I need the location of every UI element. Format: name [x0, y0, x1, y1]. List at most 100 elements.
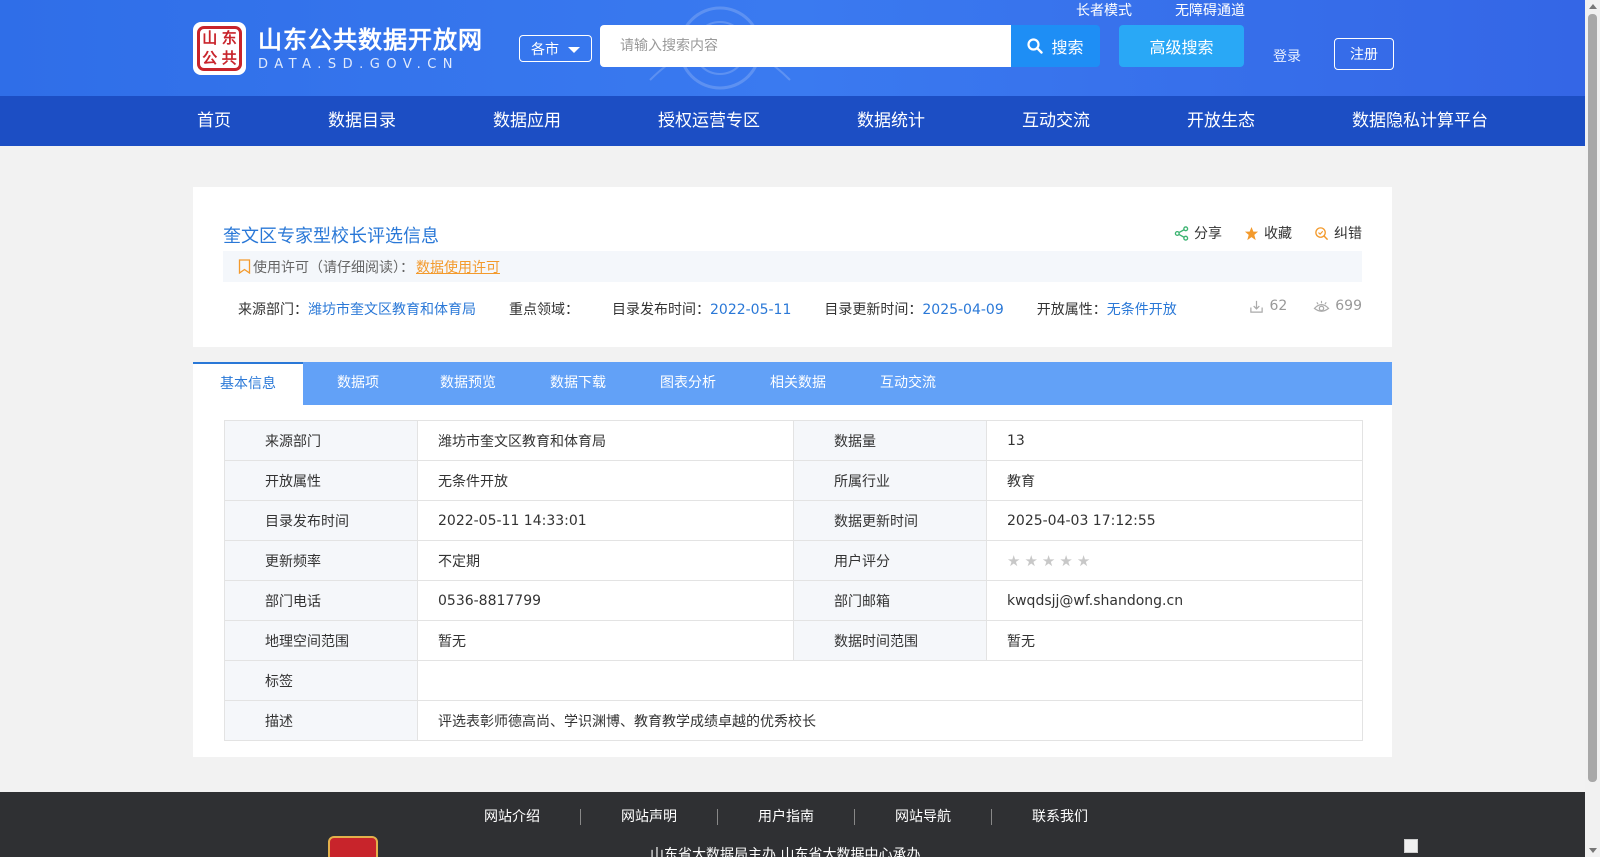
share-button[interactable]: 分享 — [1174, 223, 1222, 243]
site-header: 山 东 公 共 山东公共数据开放网 DATA.SD.GOV.CN 各市 搜索 高… — [0, 0, 1585, 96]
cell-value: 教育 — [986, 460, 1363, 501]
nav-item-interaction[interactable]: 互动交流 — [1022, 96, 1090, 146]
cell-label: 数据时间范围 — [793, 620, 987, 661]
search-icon — [1027, 38, 1044, 54]
broken-image-icon — [1404, 839, 1418, 853]
cell-value: 暂无 — [986, 620, 1363, 661]
search-input[interactable] — [600, 25, 1011, 67]
scrollbar-thumb[interactable] — [1588, 14, 1597, 782]
basic-info-table: 来源部门 潍坊市奎文区教育和体育局 数据量 13 开放属性 无条件开放 所属行业… — [224, 420, 1363, 741]
accessibility-link[interactable]: 无障碍通道 — [1175, 0, 1245, 20]
table-row: 地理空间范围 暂无 数据时间范围 暂无 — [224, 620, 1363, 661]
footer-link-statement[interactable]: 网站声明 — [581, 809, 718, 825]
search-button[interactable]: 搜索 — [1011, 25, 1100, 67]
table-row: 更新频率 不定期 用户评分 ★ ★ ★ ★ ★ — [224, 540, 1363, 581]
footer-link-guide[interactable]: 用户指南 — [718, 809, 855, 825]
cell-label: 标签 — [224, 660, 418, 701]
nav-item-catalog[interactable]: 数据目录 — [328, 96, 396, 146]
table-row: 标签 — [224, 660, 1363, 701]
tab-data-download[interactable]: 数据下载 — [523, 362, 633, 405]
tab-basic-info[interactable]: 基本信息 — [193, 362, 303, 405]
search-button-label: 搜索 — [1051, 38, 1084, 57]
cell-value: 2022-05-11 14:33:01 — [417, 500, 794, 541]
cell-label: 更新频率 — [224, 540, 418, 581]
cell-label: 用户评分 — [793, 540, 987, 581]
register-button[interactable]: 注册 — [1334, 38, 1394, 70]
meta-open: 开放属性：无条件开放 — [1037, 299, 1177, 319]
footer-link-sitemap[interactable]: 网站导航 — [855, 809, 992, 825]
dataset-title: 奎文区专家型校长评选信息 — [223, 226, 439, 247]
tab-chart-analysis[interactable]: 图表分析 — [633, 362, 743, 405]
star-icon[interactable]: ★ — [1059, 552, 1072, 570]
search-box — [600, 25, 1011, 67]
nav-item-apps[interactable]: 数据应用 — [493, 96, 561, 146]
footer-emblem-icon — [328, 836, 378, 857]
nav-item-home[interactable]: 首页 — [197, 96, 231, 146]
star-icon[interactable]: ★ — [1042, 552, 1055, 570]
tab-data-items[interactable]: 数据项 — [303, 362, 413, 405]
star-icon[interactable]: ★ — [1077, 552, 1090, 570]
magnifier-correct-icon — [1315, 226, 1329, 240]
star-icon[interactable]: ★ — [1024, 552, 1037, 570]
view-count: 699 — [1313, 298, 1362, 314]
eye-icon — [1313, 300, 1330, 312]
cell-label: 目录发布时间 — [224, 500, 418, 541]
share-label: 分享 — [1194, 226, 1222, 242]
license-label: 使用许可（请仔细阅读）： — [253, 259, 414, 276]
page-scrollbar[interactable] — [1585, 0, 1600, 857]
nav-item-authorized-ops[interactable]: 授权运营专区 — [658, 96, 760, 146]
advanced-search-button[interactable]: 高级搜索 — [1119, 25, 1244, 67]
site-footer: 网站介绍 网站声明 用户指南 网站导航 联系我们 山东省大数据局主办 山东省大数… — [0, 792, 1585, 857]
footer-link-contact[interactable]: 联系我们 — [992, 809, 1128, 825]
dataset-meta: 来源部门：潍坊市奎文区教育和体育局 重点领域： 目录发布时间：2022-05-1… — [238, 299, 1210, 319]
meta-publish: 目录发布时间：2022-05-11 — [612, 299, 791, 319]
logo-seal-icon: 山 东 公 共 — [193, 22, 246, 75]
scroll-down-arrow-icon[interactable] — [1589, 848, 1597, 853]
city-select-label: 各市 — [531, 41, 559, 58]
login-link[interactable]: 登录 — [1273, 46, 1301, 66]
elder-mode-link[interactable]: 长者模式 — [1076, 0, 1132, 20]
share-icon — [1174, 225, 1189, 241]
meta-publish-value: 2022-05-11 — [710, 302, 792, 318]
meta-publish-label: 目录发布时间： — [612, 302, 710, 318]
rating-stars[interactable]: ★ ★ ★ ★ ★ — [1007, 552, 1342, 570]
tab-data-preview[interactable]: 数据预览 — [413, 362, 523, 405]
cell-value: 0536-8817799 — [417, 580, 794, 621]
meta-source: 来源部门：潍坊市奎文区教育和体育局 — [238, 299, 476, 319]
meta-open-label: 开放属性： — [1036, 302, 1107, 318]
cell-label: 所属行业 — [793, 460, 987, 501]
detail-tabs: 基本信息 数据项 数据预览 数据下载 图表分析 相关数据 互动交流 — [193, 362, 1392, 405]
download-icon — [1250, 300, 1264, 313]
license-link[interactable]: 数据使用许可 — [416, 257, 500, 277]
dataset-actions: 分享 收藏 纠错 — [1174, 223, 1362, 243]
nav-item-ecosystem[interactable]: 开放生态 — [1187, 96, 1255, 146]
logo-subtitle: DATA.SD.GOV.CN — [258, 56, 460, 72]
meta-update-value: 2025-04-09 — [922, 302, 1004, 318]
scroll-up-arrow-icon[interactable] — [1589, 4, 1597, 9]
meta-update-label: 目录更新时间： — [824, 302, 923, 318]
seal-char: 山 — [202, 29, 218, 48]
meta-update: 目录更新时间：2025-04-09 — [824, 299, 1003, 319]
footer-link-about[interactable]: 网站介绍 — [484, 809, 581, 825]
city-select[interactable]: 各市 — [519, 35, 592, 62]
nav-item-statistics[interactable]: 数据统计 — [857, 96, 925, 146]
meta-source-value[interactable]: 潍坊市奎文区教育和体育局 — [308, 302, 476, 318]
logo-title: 山东公共数据开放网 — [258, 25, 483, 54]
table-row: 目录发布时间 2022-05-11 14:33:01 数据更新时间 2025-0… — [224, 500, 1363, 541]
cell-value: 不定期 — [417, 540, 794, 581]
tab-interaction[interactable]: 互动交流 — [853, 362, 963, 405]
meta-open-value: 无条件开放 — [1106, 302, 1177, 318]
star-icon[interactable]: ★ — [1007, 552, 1020, 570]
nav-item-privacy-computing[interactable]: 数据隐私计算平台 — [1352, 96, 1488, 146]
cell-label: 数据量 — [793, 420, 987, 461]
tab-related-data[interactable]: 相关数据 — [743, 362, 853, 405]
dataset-stats: 62 699 — [1249, 298, 1362, 314]
site-logo[interactable]: 山 东 公 共 山东公共数据开放网 DATA.SD.GOV.CN — [193, 22, 483, 75]
meta-domain: 重点领域： — [509, 299, 579, 319]
table-row: 描述 评选表彰师德高尚、学识渊博、教育教学成绩卓越的优秀校长 — [224, 700, 1363, 741]
correct-button[interactable]: 纠错 — [1314, 223, 1362, 243]
star-icon — [1244, 226, 1259, 240]
cell-label: 开放属性 — [224, 460, 418, 501]
favorite-button[interactable]: 收藏 — [1244, 223, 1292, 243]
cell-label: 地理空间范围 — [224, 620, 418, 661]
